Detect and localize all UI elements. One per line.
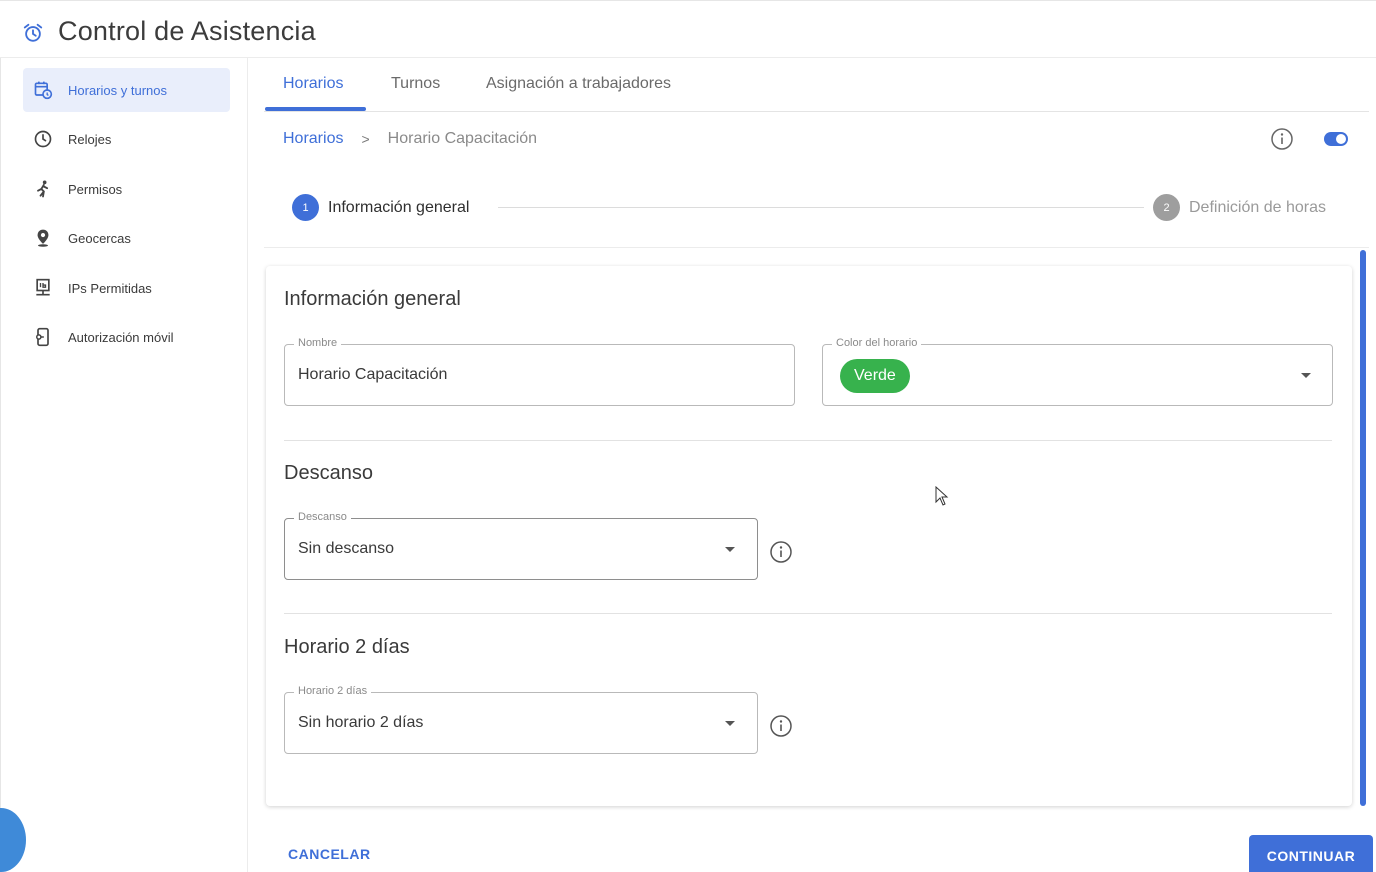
descanso-select-value: Sin descanso bbox=[298, 540, 395, 557]
active-toggle[interactable] bbox=[1324, 132, 1348, 146]
continue-button[interactable]: CONTINUAR bbox=[1249, 835, 1373, 872]
location-pin-icon bbox=[33, 228, 53, 248]
color-chip: Verde bbox=[840, 359, 910, 393]
network-ip-icon bbox=[33, 278, 53, 298]
sidebar-item-label: Geocercas bbox=[68, 230, 131, 246]
sidebar-item-relojes[interactable]: Relojes bbox=[23, 117, 230, 161]
step-1-number: 1 bbox=[292, 194, 319, 221]
breadcrumb-current: Horario Capacitación bbox=[387, 130, 538, 147]
sidebar-item-autorizacion-movil[interactable]: Autorización móvil bbox=[23, 315, 230, 359]
descanso-select-label: Descanso bbox=[294, 511, 351, 523]
name-field-label: Nombre bbox=[294, 337, 342, 349]
name-field[interactable]: Nombre Horario Capacitación bbox=[284, 337, 795, 406]
form-card: Información general Nombre Horario Capac… bbox=[266, 266, 1352, 806]
scrollbar-thumb[interactable] bbox=[1360, 250, 1366, 806]
chevron-down-icon bbox=[725, 547, 735, 552]
sidebar-item-geocercas[interactable]: Geocercas bbox=[23, 216, 230, 260]
horario-2-dias-select-value: Sin horario 2 días bbox=[298, 714, 424, 731]
sidebar-item-label: Horarios y turnos bbox=[68, 82, 167, 98]
info-icon[interactable] bbox=[769, 714, 793, 738]
tab-turnos[interactable]: Turnos bbox=[391, 75, 440, 93]
breadcrumb-separator: > bbox=[361, 131, 370, 147]
sidebar-item-label: Relojes bbox=[68, 131, 112, 147]
name-field-value: Horario Capacitación bbox=[298, 366, 448, 383]
step-connector bbox=[498, 207, 1144, 208]
sidebar-item-label: Autorización móvil bbox=[68, 329, 174, 345]
running-person-icon bbox=[33, 179, 53, 199]
breadcrumb-link-horarios[interactable]: Horarios bbox=[283, 130, 343, 148]
stepper: 1 Información general 2 Definición de ho… bbox=[264, 172, 1369, 248]
section-divider bbox=[284, 440, 1332, 441]
calendar-clock-icon bbox=[33, 80, 53, 100]
toggle-knob bbox=[1336, 134, 1346, 144]
section-title-horario-2-dias: Horario 2 días bbox=[284, 636, 410, 658]
section-title-general: Información general bbox=[284, 288, 461, 310]
horario-2-dias-select-label: Horario 2 días bbox=[294, 685, 372, 697]
app-header: Control de Asistencia bbox=[0, 0, 1376, 58]
mouse-cursor-icon bbox=[935, 486, 949, 506]
active-tab-indicator bbox=[265, 107, 366, 111]
step-1-label[interactable]: Información general bbox=[328, 199, 469, 217]
color-select-label: Color del horario bbox=[832, 337, 922, 349]
chevron-down-icon bbox=[725, 721, 735, 726]
clock-icon bbox=[33, 129, 53, 149]
section-divider bbox=[284, 613, 1332, 614]
section-title-descanso: Descanso bbox=[284, 462, 373, 484]
tab-bar: Horarios Turnos Asignación a trabajadore… bbox=[264, 58, 1369, 112]
sidebar-item-label: IPs Permitidas bbox=[68, 280, 152, 296]
tab-horarios[interactable]: Horarios bbox=[283, 75, 343, 93]
sidebar-item-ips-permitidas[interactable]: IPs Permitidas bbox=[23, 266, 230, 310]
step-2-label[interactable]: Definición de horas bbox=[1189, 199, 1326, 217]
chevron-down-icon bbox=[1301, 373, 1311, 378]
sidebar-item-label: Permisos bbox=[68, 181, 123, 197]
color-select[interactable]: Color del horario Verde bbox=[822, 337, 1333, 406]
info-icon[interactable] bbox=[769, 540, 793, 564]
breadcrumb: Horarios > Horario Capacitación bbox=[283, 130, 537, 148]
info-icon[interactable] bbox=[1270, 127, 1294, 151]
cancel-button[interactable]: CANCELAR bbox=[288, 846, 371, 862]
sidebar-item-permisos[interactable]: Permisos bbox=[23, 167, 230, 211]
alarm-clock-icon bbox=[23, 23, 43, 42]
step-2-number: 2 bbox=[1153, 194, 1180, 221]
mobile-key-icon bbox=[33, 327, 53, 347]
sidebar: Horarios y turnos Relojes Permisos Geoce… bbox=[0, 58, 248, 872]
sidebar-item-horarios-y-turnos[interactable]: Horarios y turnos bbox=[23, 68, 230, 112]
tab-asignacion-a-trabajadores[interactable]: Asignación a trabajadores bbox=[486, 75, 671, 93]
descanso-select[interactable]: Descanso Sin descanso bbox=[284, 511, 758, 580]
app-title: Control de Asistencia bbox=[58, 16, 316, 46]
horario-2-dias-select[interactable]: Horario 2 días Sin horario 2 días bbox=[284, 685, 758, 754]
